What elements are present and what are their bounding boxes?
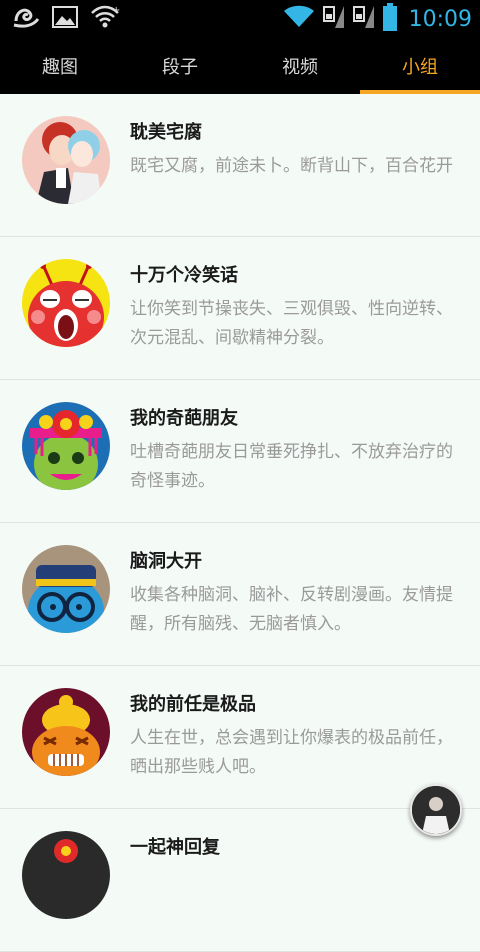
dark-avatar xyxy=(22,831,110,919)
tab-jokes[interactable]: 段子 xyxy=(120,38,240,94)
user-photo-icon xyxy=(412,786,460,834)
group-description: 让你笑到节操丧失、三观俱毁、性向逆转、次元混乱、间歇精神分裂。 xyxy=(130,299,453,348)
svg-text:+: + xyxy=(112,5,120,16)
group-description: 人生在世，总会遇到让你爆表的极品前任，晒出那些贱人吧。 xyxy=(130,728,453,777)
uc-browser-icon xyxy=(12,5,40,33)
tab-funny-pics[interactable]: 趣图 xyxy=(0,38,120,94)
signal-icon xyxy=(352,4,375,34)
image-icon xyxy=(52,6,78,32)
signal-icon xyxy=(322,4,345,34)
status-bar: + 10:09 xyxy=(0,0,480,38)
group-item[interactable]: 我的奇葩朋友 吐槽奇葩朋友日常垂死挣扎、不放弃治疗的奇怪事迹。 xyxy=(0,380,480,523)
orange-face-avatar xyxy=(22,688,110,776)
group-item[interactable]: 脑洞大开 收集各种脑洞、脑补、反转剧漫画。友情提醒，所有脑残、无脑者慎入。 xyxy=(0,523,480,666)
tab-videos[interactable]: 视频 xyxy=(240,38,360,94)
group-name: 一起神回复 xyxy=(130,837,220,858)
group-name: 我的前任是极品 xyxy=(130,694,256,715)
group-list: 耽美宅腐 既宅又腐，前途未卜。断背山下，百合花开 十万个冷笑话 让你笑到节操丧失… xyxy=(0,94,480,952)
group-name: 我的奇葩朋友 xyxy=(130,408,238,429)
green-face-avatar xyxy=(22,402,110,490)
system-icons: 10:09 xyxy=(283,3,472,35)
clock: 10:09 xyxy=(408,6,472,32)
battery-icon xyxy=(382,3,397,35)
tab-bar: 趣图 段子 视频 小组 xyxy=(0,38,480,94)
notification-icons: + xyxy=(12,5,120,33)
group-description: 吐槽奇葩朋友日常垂死挣扎、不放弃治疗的奇怪事迹。 xyxy=(130,442,453,491)
group-name: 十万个冷笑话 xyxy=(130,265,238,286)
group-description: 既宅又腐，前途未卜。断背山下，百合花开 xyxy=(130,156,453,176)
group-description: 收集各种脑洞、脑补、反转剧漫画。友情提醒，所有脑残、无脑者慎入。 xyxy=(130,585,453,634)
group-item[interactable]: 一起神回复 xyxy=(0,809,480,952)
group-item[interactable]: 我的前任是极品 人生在世，总会遇到让你爆表的极品前任，晒出那些贱人吧。 xyxy=(0,666,480,809)
floating-user-avatar-button[interactable] xyxy=(410,784,462,836)
blue-glasses-avatar xyxy=(22,545,110,633)
group-item[interactable]: 耽美宅腐 既宅又腐，前途未卜。断背山下，百合花开 xyxy=(0,94,480,237)
group-item[interactable]: 十万个冷笑话 让你笑到节操丧失、三观俱毁、性向逆转、次元混乱、间歇精神分裂。 xyxy=(0,237,480,380)
wifi-icon xyxy=(283,5,315,33)
tab-groups[interactable]: 小组 xyxy=(360,38,480,94)
group-name: 脑洞大开 xyxy=(130,551,202,572)
anime-couple-avatar xyxy=(22,116,110,204)
wifi-plus-icon: + xyxy=(90,5,120,33)
group-name: 耽美宅腐 xyxy=(130,122,202,143)
red-monster-avatar xyxy=(22,259,110,347)
